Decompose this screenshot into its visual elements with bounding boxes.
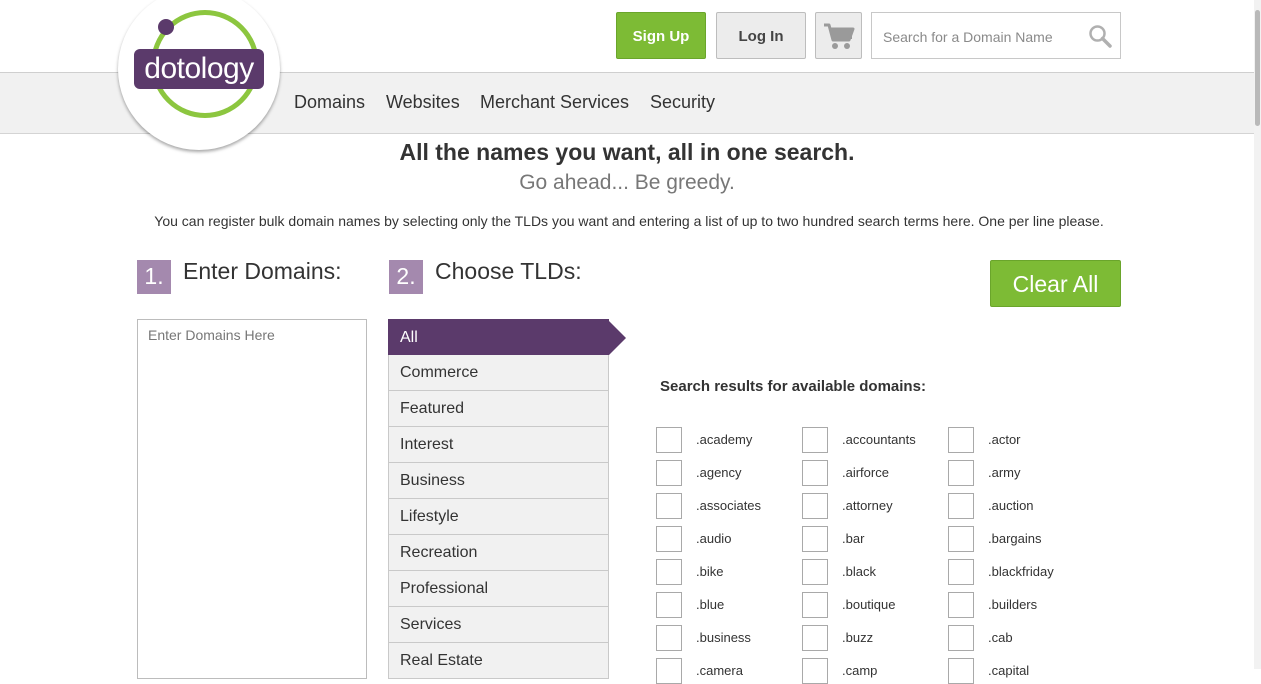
tld-label: .builders [988,597,1038,612]
tld-label: .academy [696,432,753,447]
log-in-button[interactable]: Log In [716,12,806,59]
page-description: You can register bulk domain names by se… [154,213,1104,229]
tld-label: .audio [696,531,732,546]
tld-checkbox[interactable] [948,592,974,618]
tld-checkbox[interactable] [948,658,974,684]
tld-category-professional[interactable]: Professional [388,571,609,607]
results-title: Search results for available domains: [660,378,926,395]
tld-checkbox[interactable] [656,625,682,651]
clear-all-button[interactable]: Clear All [990,260,1121,307]
page-headline: All the names you want, all in one searc… [399,139,855,165]
tld-label: .blue [696,597,725,612]
tld-label: .camp [842,663,878,678]
nav-domains[interactable]: Domains [294,92,365,113]
tld-label: .agency [696,465,742,480]
step-2-label: Choose TLDs: [435,258,582,284]
tld-checkbox[interactable] [656,658,682,684]
tld-checkbox[interactable] [948,625,974,651]
tld-label: .buzz [842,630,874,645]
tld-checkbox[interactable] [656,493,682,519]
tld-checkbox[interactable] [948,460,974,486]
nav-security[interactable]: Security [650,92,715,113]
enter-domains-textarea[interactable] [137,319,367,679]
tld-label: .bargains [988,531,1042,546]
tld-category-featured[interactable]: Featured [388,391,609,427]
tld-label: .cab [988,630,1013,645]
tld-checkbox[interactable] [656,427,682,453]
nav-websites[interactable]: Websites [386,92,460,113]
scrollbar-thumb[interactable] [1255,10,1260,126]
tld-category-list: All Commerce Featured Interest Business Lifes… [388,319,626,679]
tld-checkbox[interactable] [802,493,828,519]
step-1-badge: 1. [137,260,171,294]
tld-label: .bike [696,564,724,579]
tld-label: .auction [988,498,1034,513]
tld-category-real-estate[interactable]: Real Estate [388,643,609,679]
tld-checkbox[interactable] [802,526,828,552]
tld-label: .airforce [842,465,889,480]
step-1-label: Enter Domains: [183,258,342,284]
tld-label: .capital [988,663,1030,678]
domain-search-input[interactable] [881,13,1085,60]
cart-button[interactable] [815,12,862,59]
tld-category-services[interactable]: Services [388,607,609,643]
tld-category-interest[interactable]: Interest [388,427,609,463]
tld-label: .associates [696,498,762,513]
tld-checkbox[interactable] [656,592,682,618]
logo-wordmark: dotology [134,49,264,89]
page-subheadline: Go ahead... Be greedy. [519,171,735,194]
tld-checkbox[interactable] [802,592,828,618]
tld-label: .business [696,630,751,645]
tld-label: .blackfriday [988,564,1054,579]
tld-category-business[interactable]: Business [388,463,609,499]
tld-label: .camera [696,663,743,678]
tld-checkbox[interactable] [948,526,974,552]
logo-dot [158,19,174,35]
tld-checkbox[interactable] [802,658,828,684]
tld-checkbox[interactable] [948,427,974,453]
tld-label: .actor [988,432,1021,447]
tld-checkbox[interactable] [948,493,974,519]
tld-label: .boutique [842,597,896,612]
tld-label: .bar [842,531,865,546]
domain-search-box [871,12,1121,60]
tld-checkbox[interactable] [948,559,974,585]
tld-label: .attorney [842,498,893,513]
step-2-badge: 2. [389,260,423,294]
tld-category-recreation[interactable]: Recreation [388,535,609,571]
tld-label: .accountants [842,432,916,447]
tld-checkbox[interactable] [802,559,828,585]
tld-checkbox[interactable] [802,427,828,453]
cart-icon [824,23,855,49]
tld-label: .army [988,465,1021,480]
nav-merchant-services[interactable]: Merchant Services [480,92,629,113]
scrollbar[interactable] [1254,0,1261,669]
tld-checkbox[interactable] [656,460,682,486]
tld-label: .black [842,564,876,579]
search-icon[interactable] [1088,24,1112,48]
tld-checkbox[interactable] [656,559,682,585]
sign-up-button[interactable]: Sign Up [616,12,706,59]
tld-category-commerce[interactable]: Commerce [388,355,609,391]
tld-category-all[interactable]: All [388,319,626,356]
tld-category-lifestyle[interactable]: Lifestyle [388,499,609,535]
tld-checkbox[interactable] [802,625,828,651]
tld-checkbox[interactable] [802,460,828,486]
tld-checkbox[interactable] [656,526,682,552]
